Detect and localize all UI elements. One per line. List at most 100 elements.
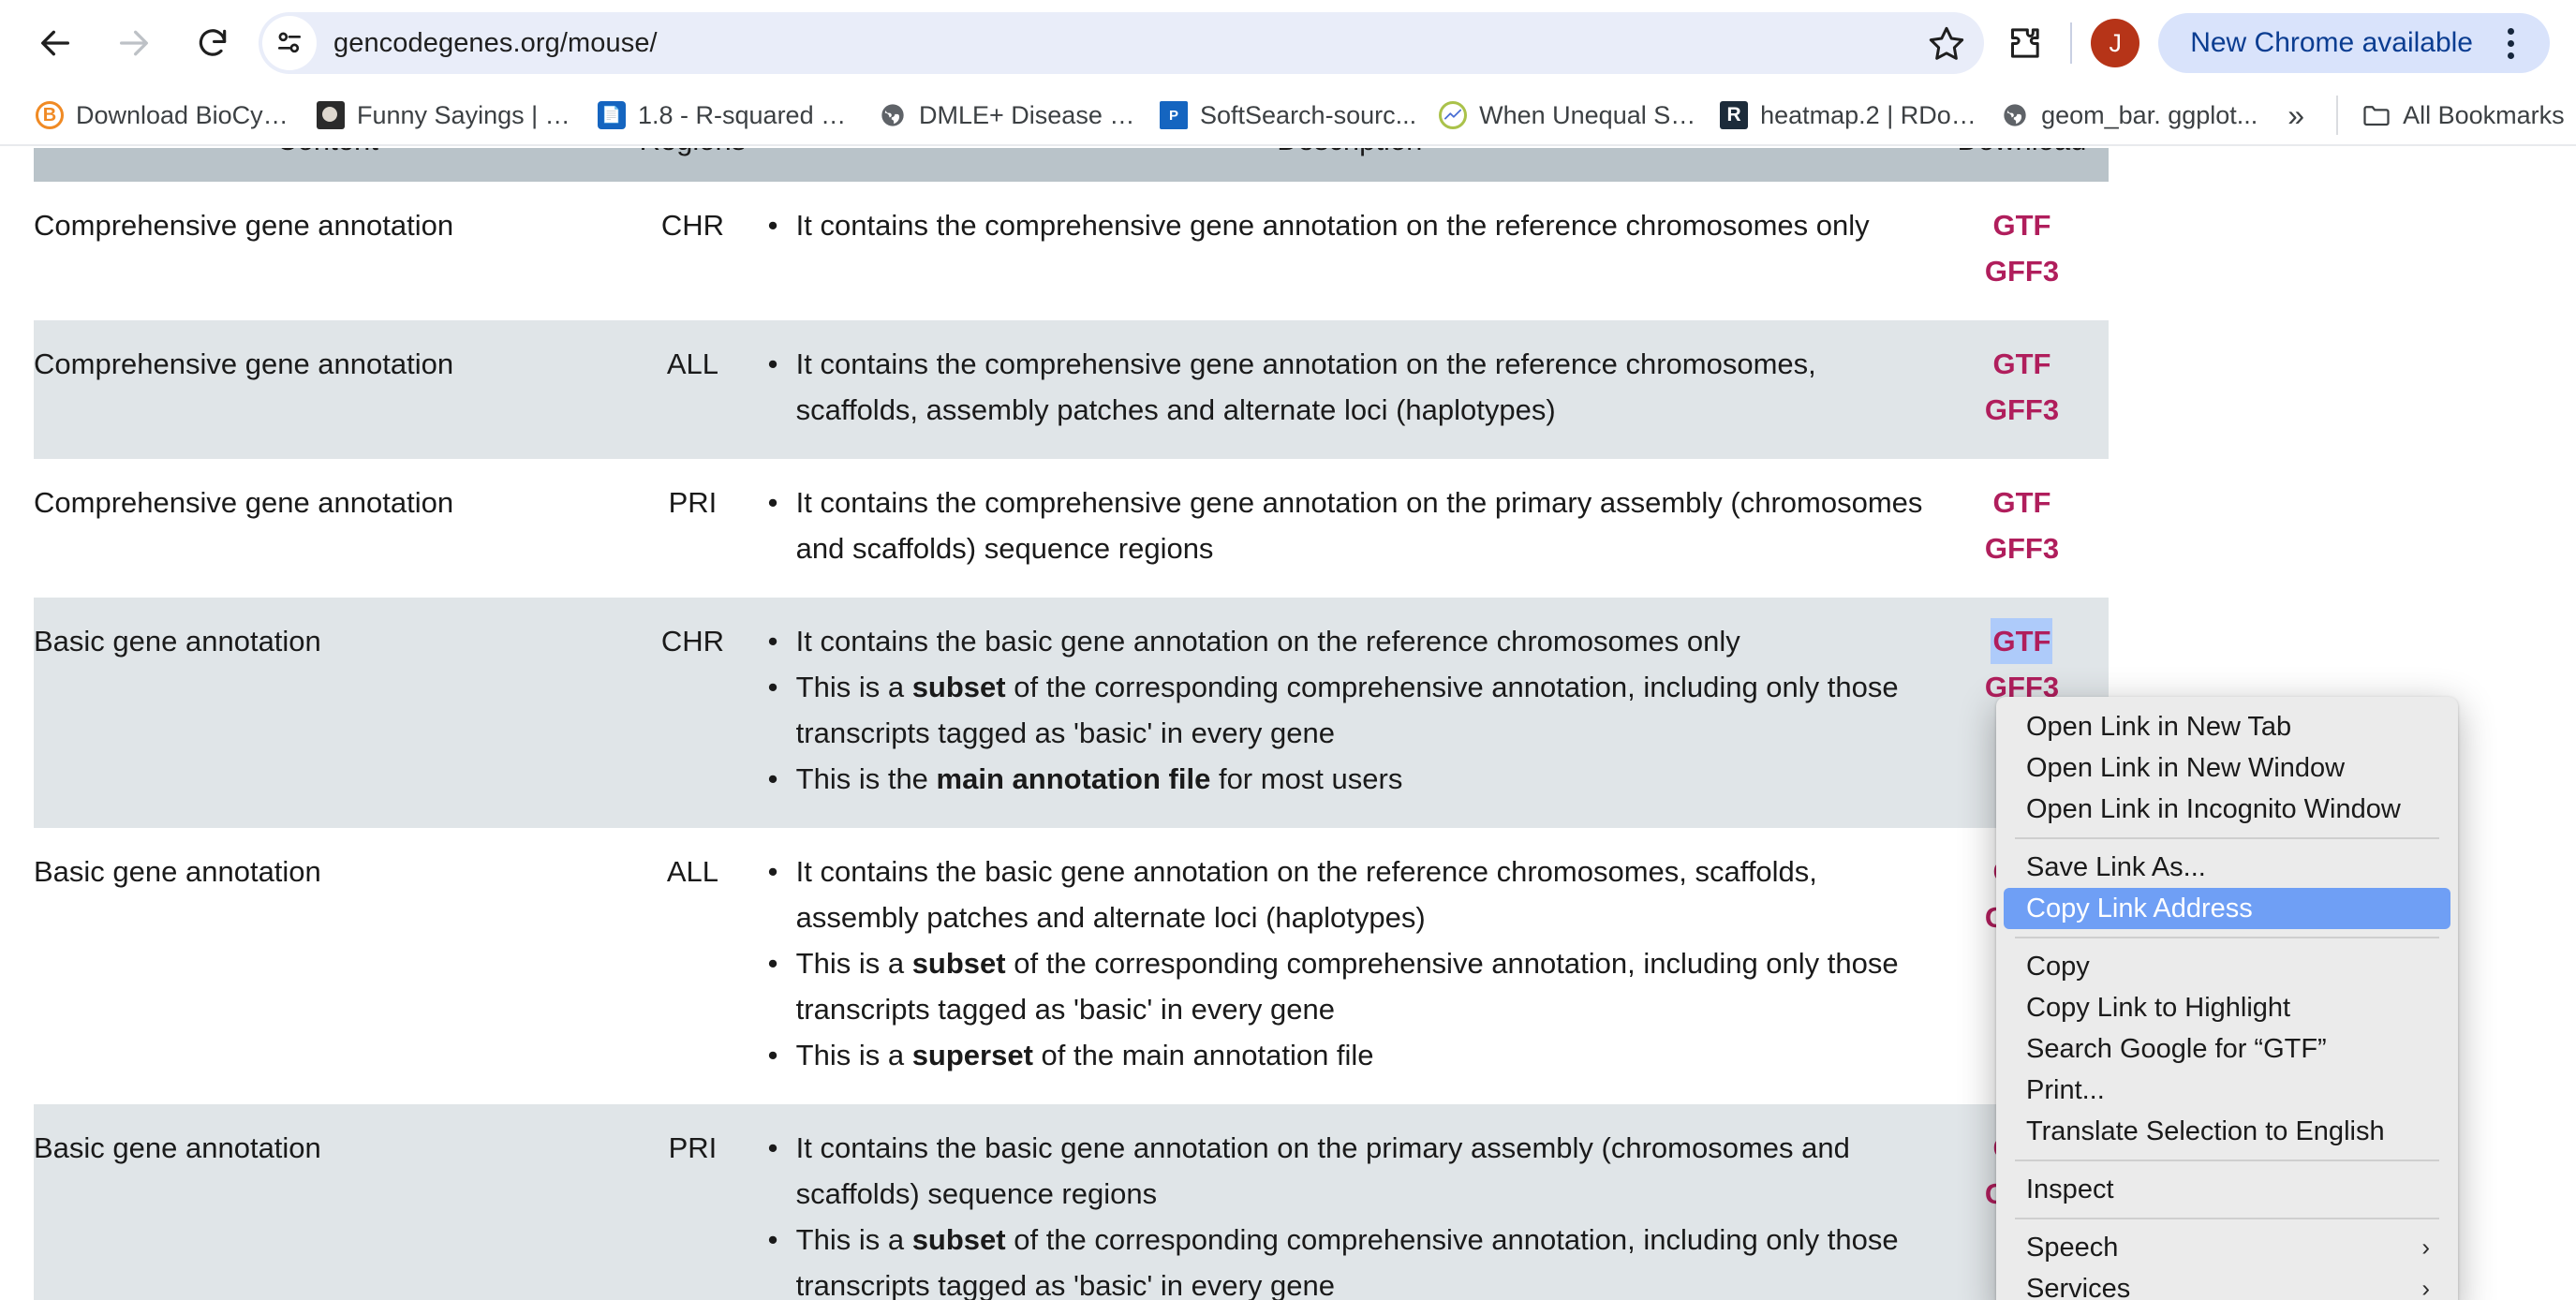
context-menu-item-label: Speech — [2026, 1232, 2119, 1263]
context-menu-item-label: Print... — [2026, 1074, 2105, 1105]
context-menu-separator — [2015, 1160, 2439, 1161]
download-link-wrapper: GFF3 — [1935, 387, 2109, 433]
download-link-gff3[interactable]: GFF3 — [1935, 525, 2109, 571]
download-link-gff3[interactable]: GFF3 — [1935, 387, 2109, 433]
table-row: Basic gene annotation ALL It contains the … — [34, 828, 2109, 1104]
context-menu-item-label: Open Link in Incognito Window — [2026, 793, 2401, 824]
site-settings-icon[interactable] — [262, 16, 317, 70]
bullet-text: It contains the comprehensive gene annot… — [795, 209, 1870, 242]
cell-regions: CHR — [621, 598, 764, 828]
context-menu-item[interactable]: Search Google for “GTF” — [2004, 1028, 2450, 1070]
context-menu-item[interactable]: Open Link in New Tab — [2004, 706, 2450, 747]
description-bullet: It contains the comprehensive gene annot… — [764, 480, 1935, 571]
bookmark-item[interactable]: P SoftSearch-sourc... — [1148, 92, 1428, 139]
context-menu-item[interactable]: Print... — [2004, 1070, 2450, 1111]
emphasis-text: main annotation file — [936, 762, 1211, 795]
when-unequal-favicon — [1439, 101, 1468, 129]
star-icon[interactable] — [1918, 15, 1975, 71]
download-link-wrapper: GTF — [1935, 202, 2109, 248]
bookmark-label: DMLE+ Disease M... — [919, 100, 1137, 129]
bookmark-item[interactable]: geom_bar. ggplot... — [1990, 92, 2269, 139]
context-menu-item[interactable]: Copy — [2004, 946, 2450, 987]
all-bookmarks-button[interactable]: All Bookmarks — [2351, 101, 2576, 130]
toolbar-actions: J New Chrome available — [1991, 10, 2550, 76]
context-menu-item[interactable]: Translate Selection to English — [2004, 1111, 2450, 1152]
description-bullet: This is a superset of the main annotatio… — [764, 1032, 1935, 1078]
cell-content: Comprehensive gene annotation — [34, 486, 454, 519]
table-row: Basic gene annotationPRI It contains the … — [34, 1104, 2109, 1300]
bookmarks-overflow-icon[interactable]: » — [2269, 98, 2323, 133]
table-header: Content Regions Description Download — [34, 148, 2109, 182]
bookmark-item[interactable]: When Unequal Sa... — [1428, 92, 1709, 139]
bookmark-label: When Unequal Sa... — [1479, 100, 1698, 129]
table-row: Basic gene annotationCHR It contains the … — [34, 598, 2109, 828]
back-arrow-icon[interactable] — [26, 14, 84, 72]
bookmark-item[interactable]: 1.8 - R-squared C... — [586, 92, 867, 139]
chrome-update-button[interactable]: New Chrome available — [2158, 13, 2550, 73]
download-link-gtf[interactable]: GTF — [1935, 341, 2109, 387]
download-link-gtf[interactable]: GTF — [1935, 480, 2109, 525]
context-menu-item-label: Copy Link Address — [2026, 893, 2253, 923]
download-link-gtf[interactable]: GTF — [1935, 202, 2109, 248]
context-menu-item[interactable]: Open Link in New Window — [2004, 747, 2450, 789]
context-menu-item-label: Translate Selection to English — [2026, 1115, 2385, 1146]
cell-description: It contains the comprehensive gene annot… — [763, 320, 1935, 459]
cell-content: Comprehensive gene annotation — [34, 209, 454, 242]
bullet-text: This is a — [795, 671, 912, 703]
emphasis-text: superset — [911, 1039, 1033, 1071]
three-dot-menu-icon[interactable] — [2484, 17, 2537, 69]
context-menu[interactable]: Open Link in New Tab Open Link in New Win… — [1996, 697, 2458, 1300]
context-menu-item[interactable]: Speech › — [2004, 1227, 2450, 1268]
column-header-download: Download — [1934, 148, 2109, 182]
ggplot-globe-favicon — [2001, 101, 2030, 129]
avatar[interactable]: J — [2091, 19, 2140, 67]
content-separator — [0, 144, 2576, 146]
description-bullet: This is a subset of the corresponding co… — [764, 664, 1935, 756]
cell-description: It contains the basic gene annotation on… — [763, 1104, 1935, 1300]
column-header-content: Content — [34, 148, 622, 182]
page-viewport: Content Regions Description Download Com… — [0, 144, 2576, 1300]
cell-regions: PRI — [621, 1104, 764, 1300]
context-menu-item-label: Open Link in New Tab — [2026, 711, 2292, 742]
download-link-gff3[interactable]: GFF3 — [1935, 248, 2109, 294]
cell-regions: ALL — [621, 320, 764, 459]
context-menu-item-label: Open Link in New Window — [2026, 752, 2346, 783]
context-menu-item[interactable]: Copy Link Address — [2004, 888, 2450, 929]
bookmark-item[interactable]: Funny Sayings | sh... — [305, 92, 586, 139]
description-bullet: It contains the basic gene annotation on… — [764, 618, 1935, 664]
funny-sayings-favicon — [317, 101, 345, 129]
url-text[interactable]: gencodegenes.org/mouse/ — [333, 28, 658, 59]
context-menu-item-label: Inspect — [2026, 1174, 2114, 1204]
extensions-puzzle-icon[interactable] — [1991, 10, 2057, 76]
bookmark-label: SoftSearch-sourc... — [1200, 100, 1417, 129]
bookmark-item[interactable]: B Download BioCyc... — [24, 92, 305, 139]
address-bar[interactable]: gencodegenes.org/mouse/ — [259, 12, 1985, 74]
cell-download: GTFGFF3 — [1935, 182, 2109, 320]
context-menu-item[interactable]: Services › — [2004, 1268, 2450, 1300]
cell-content: Basic gene annotation — [34, 598, 622, 828]
context-menu-item[interactable]: Inspect — [2004, 1169, 2450, 1210]
cell-download: GTFGFF3 — [1935, 459, 2109, 598]
column-header-description: Description — [763, 148, 1935, 182]
bookmark-label: geom_bar. ggplot... — [2041, 100, 2258, 129]
cell-content: Basic gene annotation — [34, 855, 321, 888]
bullet-text: It contains the basic gene annotation on… — [795, 855, 1817, 934]
description-bullet: It contains the basic gene annotation on… — [764, 1125, 1935, 1217]
context-menu-separator — [2015, 837, 2439, 839]
reload-icon[interactable] — [184, 14, 242, 72]
context-menu-item[interactable]: Open Link in Incognito Window — [2004, 789, 2450, 830]
context-menu-item-label: Search Google for “GTF” — [2026, 1033, 2327, 1064]
context-menu-item[interactable]: Save Link As... — [2004, 847, 2450, 888]
bookmark-item[interactable]: DMLE+ Disease M... — [867, 92, 1148, 139]
all-bookmarks-label: All Bookmarks — [2403, 100, 2565, 129]
context-menu-separator — [2015, 937, 2439, 938]
bookmark-item[interactable]: R heatmap.2 | RDoc... — [1709, 92, 1990, 139]
bookmark-label: Download BioCyc... — [76, 100, 294, 129]
download-link-wrapper: GFF3 — [1935, 525, 2109, 571]
cell-description: It contains the comprehensive gene annot… — [764, 182, 1935, 320]
download-link-gtf[interactable]: GTF — [1991, 618, 2053, 664]
context-menu-item[interactable]: Copy Link to Highlight — [2004, 987, 2450, 1028]
biocyc-favicon: B — [36, 101, 64, 129]
table-row: Comprehensive gene annotation CHR It conta… — [34, 182, 2109, 320]
bullet-text: It contains the comprehensive gene annot… — [795, 486, 1923, 565]
